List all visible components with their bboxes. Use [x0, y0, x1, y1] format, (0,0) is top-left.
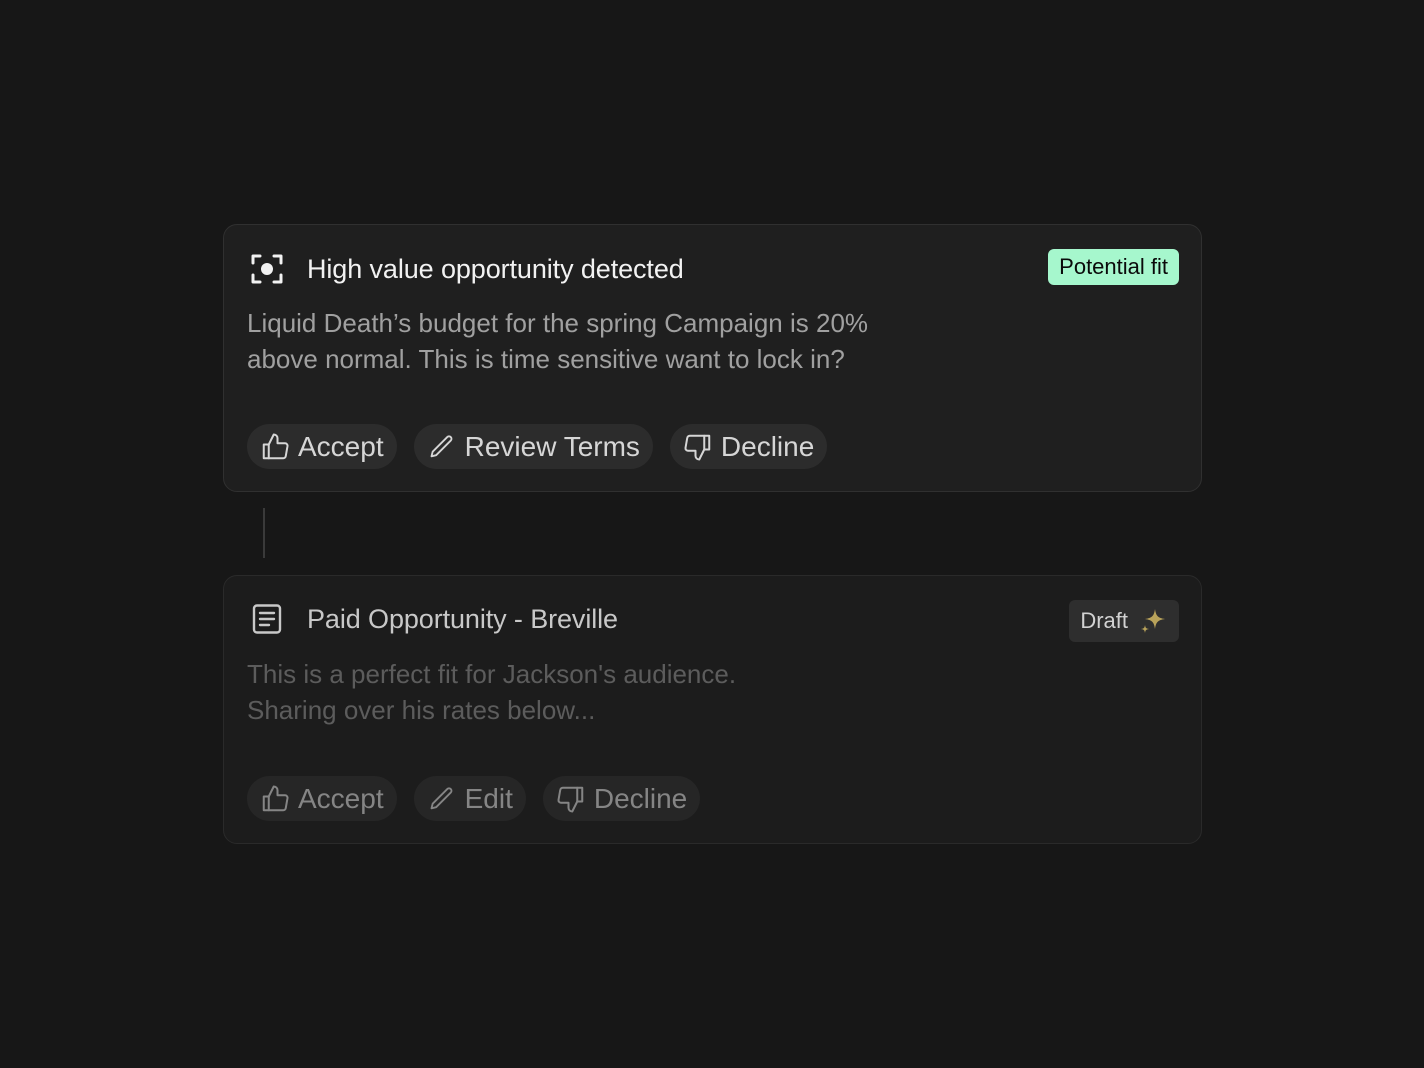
card-body-line: Liquid Death’s budget for the spring Cam… [247, 308, 869, 338]
review-terms-label: Review Terms [464, 430, 640, 462]
card-body: Liquid Death’s budget for the spring Cam… [247, 305, 967, 377]
card-title: High value opportunity detected [307, 254, 684, 284]
badge-label: Draft [1080, 608, 1128, 633]
card-actions: Accept Review Terms Decline [247, 424, 828, 469]
edit-label: Edit [464, 782, 513, 814]
edit-button[interactable]: Edit [413, 776, 526, 821]
accept-label: Accept [298, 430, 384, 462]
decline-button[interactable]: Decline [542, 776, 701, 821]
card-title: Paid Opportunity - Breville [307, 604, 618, 634]
thumbs-down-icon [556, 784, 586, 814]
card-body-line: above normal. This is time sensitive wan… [247, 344, 845, 374]
accept-button[interactable]: Accept [247, 424, 397, 469]
thumbs-up-icon [260, 432, 290, 462]
accept-label: Accept [298, 782, 384, 814]
card-body-line: This is a perfect fit for Jackson's audi… [247, 659, 737, 689]
thread-connector-line [263, 508, 265, 558]
pencil-icon [427, 432, 457, 462]
badge-label: Potential fit [1059, 254, 1168, 279]
focus-scan-icon [250, 252, 284, 286]
document-icon [250, 602, 284, 636]
accept-button[interactable]: Accept [247, 776, 397, 821]
decline-button[interactable]: Decline [669, 424, 828, 469]
thumbs-up-icon [260, 784, 290, 814]
thumbs-down-icon [683, 432, 713, 462]
opportunity-card-draft: Paid Opportunity - Breville Draft This i… [223, 575, 1202, 844]
sparkle-icon [1138, 606, 1168, 636]
card-actions: Accept Edit Decline [247, 776, 701, 821]
decline-label: Decline [593, 782, 688, 814]
review-terms-button[interactable]: Review Terms [413, 424, 653, 469]
opportunity-card-high-value: High value opportunity detected Potentia… [223, 224, 1202, 492]
card-body: This is a perfect fit for Jackson's audi… [247, 656, 967, 728]
status-badge-potential-fit: Potential fit [1048, 249, 1179, 285]
pencil-icon [427, 784, 457, 814]
status-badge-draft: Draft [1069, 600, 1179, 642]
card-body-line: Sharing over his rates below... [247, 695, 596, 725]
decline-label: Decline [720, 430, 815, 462]
